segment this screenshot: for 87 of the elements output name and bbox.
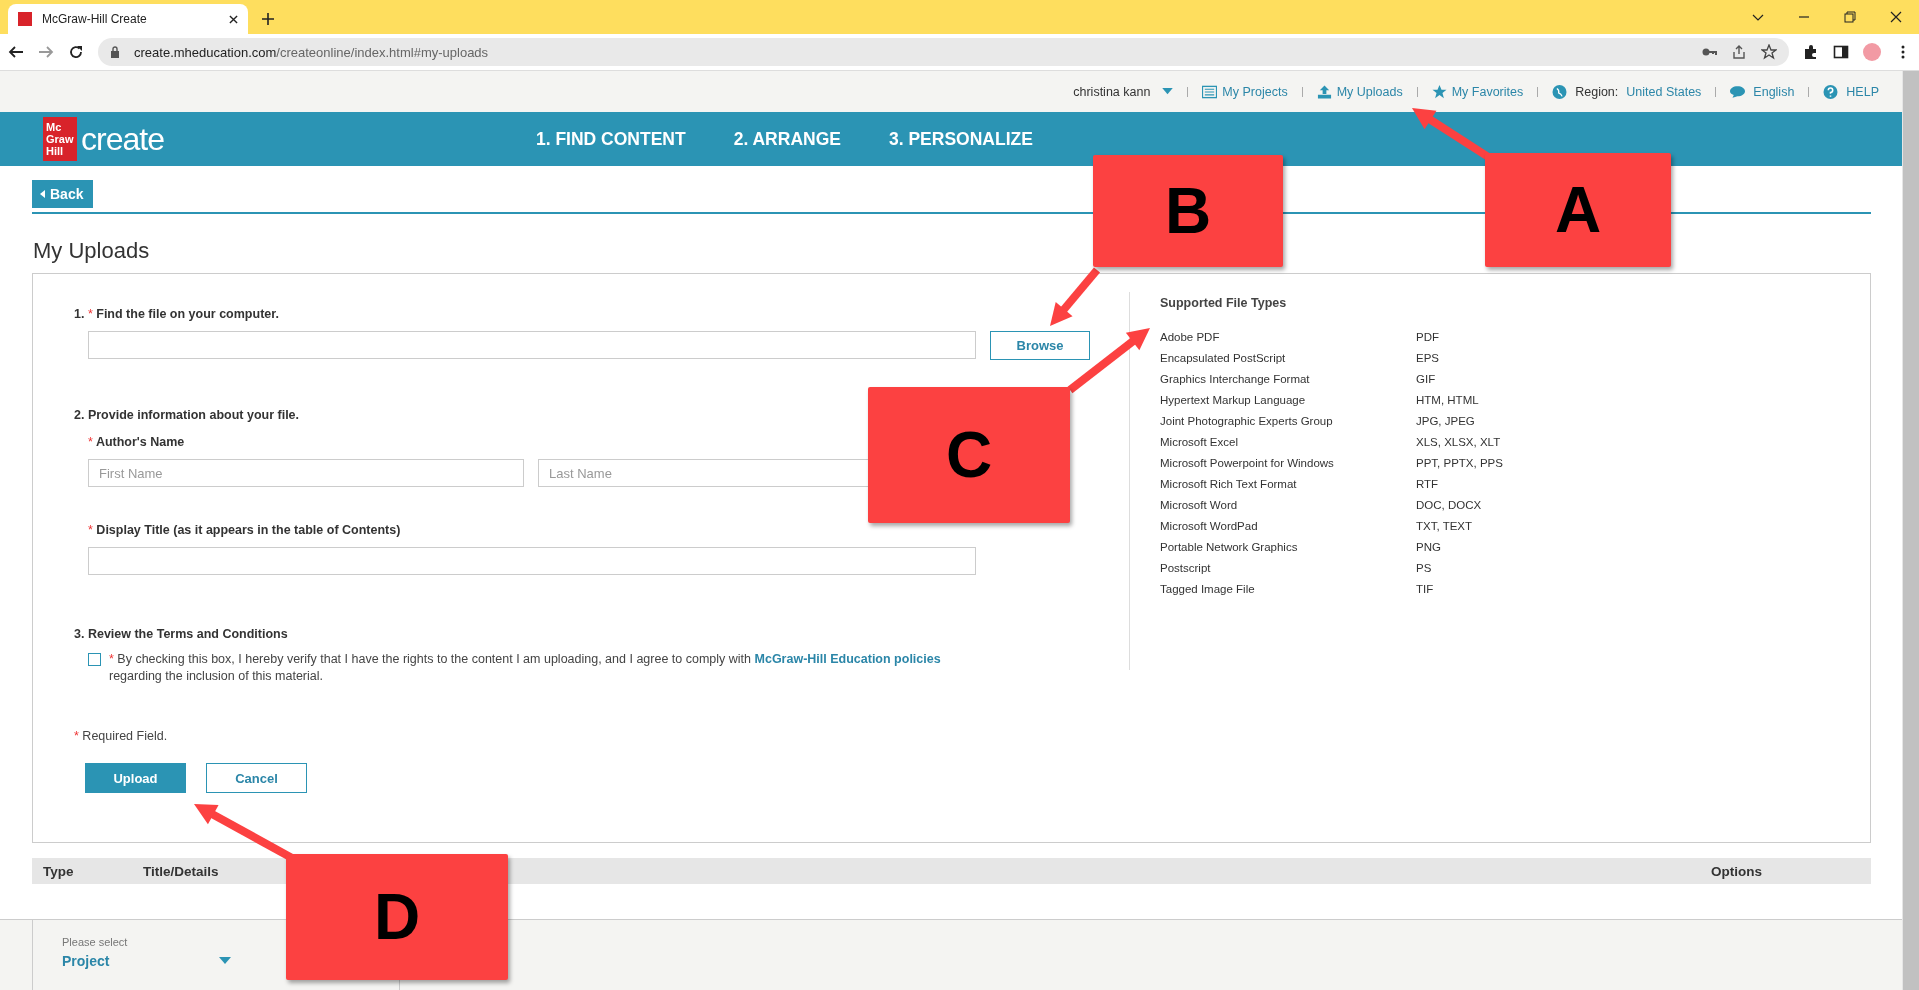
file-type-name: Encapsulated PostScript	[1160, 352, 1287, 366]
callout-tooltip: C	[868, 387, 1070, 523]
upload-button[interactable]: Upload	[85, 763, 186, 793]
user-name[interactable]: christina kann	[1073, 84, 1151, 99]
file-type-name: Adobe PDF	[1160, 331, 1221, 345]
caret-icon[interactable]	[40, 190, 45, 198]
star-icon[interactable]	[1761, 44, 1777, 60]
file-extension: GIF	[1416, 373, 1436, 387]
terms-text: * By checking this box, I hereby verify that I have the rights to the content I am uploading, and I agree to comply with McGraw-Hill Education policies regarding the inclusion of this material.	[109, 651, 941, 685]
file-type-name: Microsoft WordPad	[1160, 520, 1259, 534]
nav-link[interactable]: 3. PERSONALIZE	[888, 128, 1033, 150]
star-icon[interactable]	[1431, 84, 1447, 99]
new-tab-icon[interactable]	[262, 13, 274, 25]
file-extension: HTM, HTML	[1416, 394, 1479, 408]
user-menu-link[interactable]: My Projects	[1202, 84, 1288, 99]
forward-arrow-icon[interactable]	[38, 44, 54, 60]
file-extension: XLS, XLSX, XLT	[1416, 436, 1501, 450]
nav-link[interactable]: 1. FIND CONTENT	[535, 128, 686, 150]
terms-checkbox[interactable]	[88, 653, 101, 666]
file-path-field[interactable]	[88, 331, 976, 359]
file-extension: TIF	[1416, 583, 1434, 597]
language-link[interactable]: English	[1753, 84, 1795, 99]
field-label: * Author's Name	[88, 435, 186, 449]
file-type-name: Postscript	[1160, 562, 1212, 576]
column-header: Title/Details	[143, 863, 220, 879]
column-header: Options	[1711, 863, 1763, 879]
display-title-field[interactable]	[88, 547, 976, 575]
upload-icon[interactable]	[1316, 84, 1332, 99]
user-menu-link[interactable]: My Uploads	[1316, 84, 1403, 99]
file-extension: EPS	[1416, 352, 1439, 366]
file-type-name: Microsoft Powerpoint for Windows	[1160, 457, 1335, 471]
browser-tab[interactable]: McGraw-Hill Create	[8, 4, 248, 34]
list-icon[interactable]	[1202, 84, 1218, 99]
callout-tooltip: D	[286, 854, 508, 980]
callout-tooltip: B	[1093, 155, 1283, 267]
file-type-name: Joint Photographic Experts Group	[1160, 415, 1334, 429]
user-menu-link[interactable]: My Favorites	[1431, 84, 1524, 99]
help-link[interactable]: HELP	[1846, 84, 1879, 99]
file-type-name: Portable Network Graphics	[1160, 541, 1299, 555]
arrow	[1050, 267, 1101, 326]
file-type-name: Microsoft Word	[1160, 499, 1239, 513]
required-note: * Required Field.	[74, 729, 169, 743]
back-arrow-icon[interactable]	[8, 44, 24, 60]
file-extension: RTF	[1416, 478, 1439, 492]
caret-icon[interactable]	[219, 957, 232, 965]
callout-tooltip: A	[1485, 153, 1671, 267]
reload-icon[interactable]	[68, 44, 84, 60]
puzzle-icon[interactable]	[1803, 44, 1819, 60]
step-label: 2. Provide information about your file.	[74, 408, 301, 422]
browse-button[interactable]: Browse	[990, 331, 1090, 360]
section-heading: Supported File Types	[1160, 296, 1288, 310]
step-label: 1. * Find the file on your computer.	[74, 307, 280, 321]
help-icon	[1823, 84, 1839, 99]
close-icon[interactable]	[229, 14, 238, 24]
file-extension: PPT, PPTX, PPS	[1416, 457, 1503, 471]
file-type-name: Tagged Image File	[1160, 583, 1256, 597]
share-icon[interactable]	[1731, 44, 1747, 60]
speech-bubble-icon	[1730, 84, 1746, 99]
file-type-name: Graphics Interchange Format	[1160, 373, 1311, 387]
file-extension: PS	[1416, 562, 1432, 576]
file-extension: TXT, TEXT	[1416, 520, 1473, 534]
scrollbar[interactable]	[1902, 71, 1919, 990]
close-icon[interactable]	[1890, 11, 1902, 23]
caret-icon[interactable]	[1162, 88, 1174, 95]
back-button[interactable]: Back	[32, 180, 94, 208]
file-type-name: Hypertext Markup Language	[1160, 394, 1307, 408]
file-extension: DOC, DOCX	[1416, 499, 1482, 513]
step-label: 3. Review the Terms and Conditions	[74, 627, 289, 641]
page-title: My Uploads	[33, 238, 151, 264]
file-type-name: Microsoft Excel	[1160, 436, 1239, 450]
region-link[interactable]: United States	[1626, 84, 1702, 99]
first-name-field[interactable]: First Name	[88, 459, 524, 487]
region-label: Region:	[1575, 84, 1619, 99]
lock-icon	[110, 46, 120, 58]
address-field[interactable]: create.mheducation.com/createonline/index.html#my-uploads	[98, 38, 1789, 66]
cancel-button[interactable]: Cancel	[206, 763, 307, 793]
site-icon	[18, 12, 32, 26]
column-header: Type	[42, 863, 75, 879]
field-label: * Display Title (as it appears in the table of Contents)	[88, 523, 402, 537]
file-extension: JPG, JPEG	[1416, 415, 1475, 429]
file-extension: PDF	[1416, 331, 1439, 345]
side-panel-icon[interactable]	[1833, 44, 1849, 60]
nav-link[interactable]: 2. ARRANGE	[733, 128, 841, 150]
restore-icon[interactable]	[1844, 11, 1856, 23]
file-extension: PNG	[1416, 541, 1441, 555]
file-type-name: Microsoft Rich Text Format	[1160, 478, 1298, 492]
policies-link[interactable]: McGraw-Hill Education policies	[754, 652, 941, 666]
